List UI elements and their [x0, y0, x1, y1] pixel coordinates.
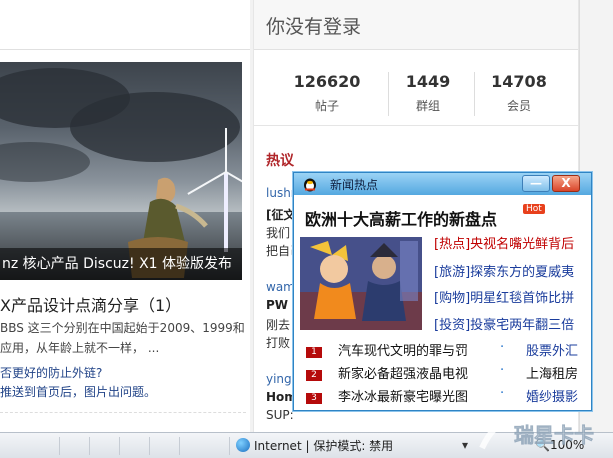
status-tools[interactable]: ▾	[462, 438, 468, 452]
status-cell	[90, 437, 120, 455]
bullet-icon: ·	[500, 340, 505, 355]
rank-text: 汽车现代文明的罪与罚	[338, 344, 469, 359]
rank-item[interactable]: 2 新家必备超强液晶电视	[306, 363, 468, 382]
minimize-button[interactable]: —	[522, 175, 550, 192]
post-title[interactable]: [征文	[266, 206, 296, 223]
status-cell	[180, 437, 230, 455]
rank-number: 2	[306, 370, 322, 381]
news-text: 明星红毯首饰比拼	[470, 291, 575, 306]
status-cell	[0, 437, 60, 455]
stat-value: 14708	[491, 72, 547, 91]
stat-members: 14708 会员	[474, 72, 564, 114]
rank-text: 李冰冰最新豪宅曝光图	[338, 390, 469, 405]
post-excerpt: SUP:	[266, 408, 294, 422]
stat-label: 群组	[415, 99, 440, 113]
popup-title: 新闻热点	[330, 178, 379, 192]
stat-label: 帖子	[314, 99, 339, 113]
left-column-header	[0, 0, 250, 50]
hero-caption[interactable]: nz 核心产品 Discuz! X1 体验版发布	[0, 248, 242, 280]
penguin-icon	[304, 178, 316, 192]
stat-posts: 126620 帖子	[282, 72, 372, 114]
post-excerpt: 打败	[266, 336, 291, 350]
login-status-title: 你没有登录	[254, 0, 578, 50]
left-column: nz 核心产品 Discuz! X1 体验版发布 X产品设计点滴分享（1） BB…	[0, 0, 250, 432]
hot-badge: Hot	[523, 204, 545, 214]
news-thumbnail-image[interactable]	[300, 237, 422, 330]
status-cell	[150, 437, 180, 455]
security-zone[interactable]: Internet | 保护模式: 禁用	[236, 437, 393, 454]
bullet-icon: ·	[500, 363, 505, 378]
news-text: 央视名嘴光鲜背后	[470, 237, 575, 252]
anime-poster-illustration	[300, 237, 422, 330]
side-news-item[interactable]: [热点]央视名嘴光鲜背后	[434, 233, 574, 252]
popup-titlebar[interactable]: 新闻热点 — X	[294, 173, 591, 195]
rank-number: 3	[306, 393, 322, 404]
side-news-item[interactable]: [投资]投豪宅两年翻三倍	[434, 314, 574, 333]
news-tag: [热点]	[434, 237, 471, 252]
stat-label: 会员	[506, 99, 531, 113]
hero-cloud	[0, 142, 90, 182]
news-tag: [投资]	[434, 318, 471, 333]
ruixing-kaka-watermark-logo: 瑞星卡卡	[479, 417, 594, 450]
globe-icon	[236, 438, 250, 452]
security-zone-text: Internet | 保护模式: 禁用	[254, 439, 394, 453]
side-news-item[interactable]: [购物]明星红毯首饰比拼	[434, 287, 574, 306]
summary-line: BBS 这三个分别在中国起始于2009、1999和	[0, 321, 245, 335]
thread-link[interactable]: 推送到首页后，图片出问题。	[0, 383, 156, 400]
rank-item[interactable]: 3 李冰冰最新豪宅曝光图	[306, 386, 468, 405]
news-tag: [旅游]	[434, 265, 471, 280]
popup-headline[interactable]: 欧洲十大高薪工作的新盘点	[305, 206, 497, 230]
news-text: 探索东方的夏威夷	[470, 265, 575, 280]
close-button[interactable]: X	[552, 175, 580, 192]
post-excerpt: 我们	[266, 226, 291, 240]
status-cell	[60, 437, 90, 455]
hot-discussion-title: 热议	[266, 153, 294, 169]
rank-side-link[interactable]: 上海租房	[526, 363, 578, 382]
hero-cloud	[70, 92, 240, 162]
rank-side-link[interactable]: 婚纱摄影	[526, 386, 578, 405]
pin-icon: ▾	[462, 438, 469, 452]
rank-side-link[interactable]: 股票外汇	[526, 340, 578, 359]
stat-value: 126620	[293, 72, 361, 91]
thread-link[interactable]: 否更好的防止外链?	[0, 364, 102, 381]
forum-stats: 126620 帖子 1449 群组 14708 会员	[254, 62, 580, 126]
side-news-item[interactable]: [旅游]探索东方的夏威夷	[434, 261, 574, 280]
rank-item[interactable]: 1 汽车现代文明的罪与罚	[306, 340, 468, 359]
summary-line: 应用，从年龄上就不一样， ...	[0, 341, 160, 355]
bullet-icon: ·	[500, 386, 505, 401]
stat-value: 1449	[405, 72, 451, 91]
news-text: 投豪宅两年翻三倍	[470, 318, 575, 333]
status-cell	[120, 437, 150, 455]
article-title[interactable]: X产品设计点滴分享（1）	[0, 292, 181, 316]
post-title[interactable]: PW	[266, 298, 288, 312]
hero-wind-turbine	[224, 172, 228, 252]
divider	[0, 412, 246, 413]
stat-groups: 1449 群组	[383, 72, 473, 114]
rank-text: 新家必备超强液晶电视	[338, 367, 469, 382]
news-popup-window[interactable]: 新闻热点 — X 欧洲十大高薪工作的新盘点 Hot [热点]央视名嘴光鲜背后 […	[293, 172, 592, 411]
article-summary: BBS 这三个分别在中国起始于2009、1999和 应用，从年龄上就不一样， .…	[0, 318, 246, 358]
post-excerpt: 刚去	[266, 318, 291, 332]
rank-number: 1	[306, 347, 322, 358]
news-tag: [购物]	[434, 291, 471, 306]
watermark-text: 瑞星卡卡	[514, 423, 594, 447]
hero-turbine-blade	[225, 128, 227, 172]
